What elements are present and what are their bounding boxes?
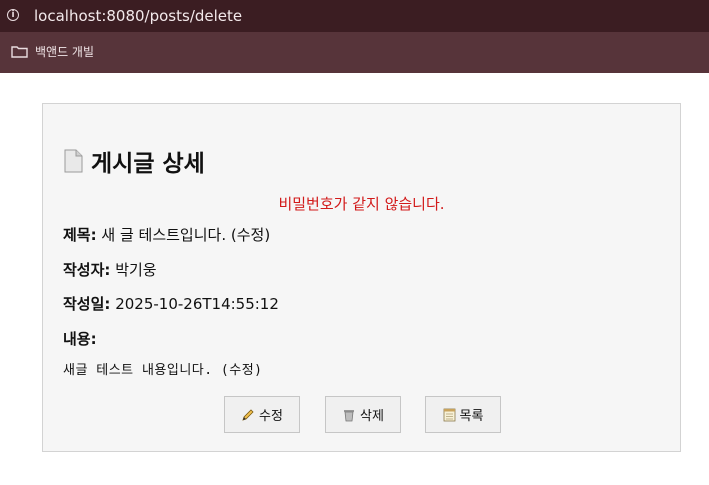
address-bar[interactable]: i localhost:8080/posts/delete [0, 0, 709, 32]
bookmarks-bar [0, 32, 709, 73]
post-detail-card: 게시글 상세 비밀번호가 같지 않습니다. 제목: 새 글 테스트입니다. (수… [42, 103, 681, 452]
author-value: 박기웅 [115, 261, 157, 279]
folder-icon [11, 46, 28, 58]
edit-button-label: 수정 [259, 409, 283, 424]
date-label: 작성일: [63, 295, 111, 313]
url-text[interactable]: localhost:8080/posts/delete [34, 7, 242, 25]
title-row: 게시글 상세 [63, 144, 205, 178]
delete-button-label: 삭제 [360, 409, 384, 424]
info-icon[interactable]: i [7, 9, 19, 21]
content-label: 내용: [63, 330, 97, 348]
date-field: 작성일: 2025-10-26T14:55:12 [63, 293, 279, 314]
edit-button[interactable]: 수정 [224, 396, 300, 433]
author-field: 작성자: 박기웅 [63, 259, 157, 280]
list-button[interactable]: 목록 [425, 396, 501, 433]
error-message: 비밀번호가 같지 않습니다. [278, 195, 445, 213]
page-title: 게시글 상세 [91, 151, 205, 177]
delete-button[interactable]: 삭제 [325, 396, 401, 433]
subject-value: 새 글 테스트입니다. (수정) [101, 226, 271, 244]
bookmark-folder-label[interactable]: 백앤드 개빌 [35, 43, 94, 60]
document-icon [64, 149, 83, 173]
content-value: 새글 테스트 내용입니다. (수정) [63, 363, 263, 378]
subject-field: 제목: 새 글 테스트입니다. (수정) [63, 224, 270, 245]
date-value: 2025-10-26T14:55:12 [115, 295, 279, 313]
pencil-icon [241, 408, 255, 422]
content-field: 내용: [63, 328, 97, 349]
subject-label: 제목: [63, 226, 97, 244]
author-label: 작성자: [63, 261, 111, 279]
trash-icon [342, 408, 356, 422]
notepad-icon [443, 408, 456, 422]
list-button-label: 목록 [459, 409, 484, 424]
